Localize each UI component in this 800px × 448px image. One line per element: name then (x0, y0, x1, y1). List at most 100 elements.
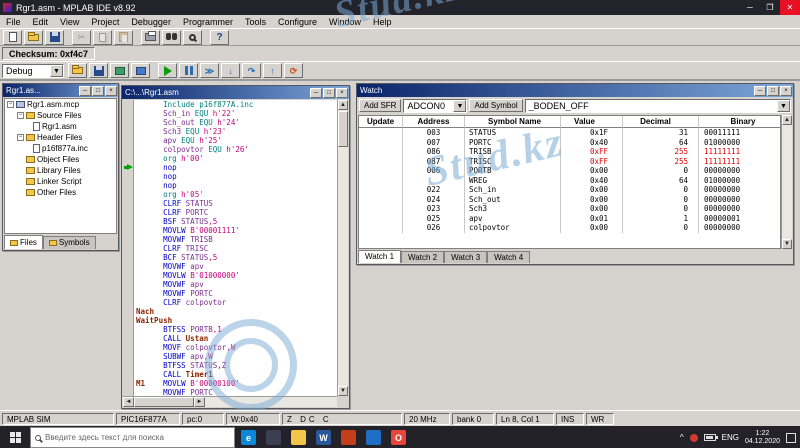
app-icon-red[interactable] (341, 430, 356, 445)
watch-row[interactable]: 003STATUS0x1F3100011111 (359, 128, 780, 138)
scroll-right-arrow[interactable]: ► (194, 397, 205, 407)
add-sfr-button[interactable]: Add SFR (359, 99, 401, 112)
editor-window-titlebar[interactable]: C:\...\Rgr1.asm ─ □ × (122, 86, 349, 99)
code-line[interactable]: apv EQU h'25' (123, 136, 337, 145)
minimize-button[interactable]: ─ (740, 0, 760, 15)
save-workspace-button[interactable] (89, 63, 108, 78)
halt-button[interactable] (179, 63, 198, 78)
code-line[interactable]: MOVWF apv (123, 262, 337, 271)
opera-icon[interactable]: O (391, 430, 406, 445)
scroll-down-arrow[interactable]: ▼ (338, 386, 348, 396)
watch-row[interactable]: 025apv0x01100000001 (359, 214, 780, 224)
code-line[interactable]: SUBWF apv,W (123, 352, 337, 361)
menu-item-edit[interactable]: Edit (27, 15, 55, 29)
code-line[interactable]: MOVF colpovtor,W (123, 343, 337, 352)
minimize-button[interactable]: ─ (754, 86, 766, 96)
tree-file-p16f877a.inc[interactable]: p16f877a.inc (5, 143, 116, 154)
code-line[interactable]: MOVLW B'00001111' (123, 226, 337, 235)
code-line[interactable]: MOVWF TRISB (123, 235, 337, 244)
scrollbar-thumb[interactable] (338, 111, 348, 147)
debug-mode-select[interactable]: Debug ▼ (2, 64, 64, 78)
code-line[interactable]: nop (123, 181, 337, 190)
code-line[interactable]: BTFSS STATUS,Z (123, 361, 337, 370)
code-line[interactable]: org h'00' (123, 154, 337, 163)
maximize-button[interactable]: □ (92, 86, 104, 96)
code-line[interactable]: org h'05' (123, 190, 337, 199)
code-line[interactable]: Nach (123, 307, 337, 316)
maximize-button[interactable]: □ (767, 86, 779, 96)
code-line[interactable]: WaitPush (123, 316, 337, 325)
code-line[interactable]: CLRF STATUS (123, 199, 337, 208)
dropdown-arrow-icon[interactable]: ▼ (453, 100, 466, 112)
code-line[interactable]: nop (123, 163, 337, 172)
update-cell[interactable] (359, 204, 403, 214)
code-line[interactable]: Sch3 EQU h'23' (123, 127, 337, 136)
taskbar-search-input[interactable]: Введите здесь текст для поиска (30, 427, 235, 448)
column-header[interactable]: Value (561, 116, 623, 128)
open-file-button[interactable] (24, 30, 43, 45)
watch-window-titlebar[interactable]: Watch ─ □ × (357, 84, 793, 97)
tray-app-icon[interactable] (690, 434, 698, 442)
code-line[interactable]: Include p16f877A.inc (123, 100, 337, 109)
column-header[interactable]: Decimal (623, 116, 699, 128)
watch-row[interactable]: 086TRISB0xFF25511111111 (359, 147, 780, 157)
maximize-button[interactable]: ❐ (760, 0, 780, 15)
save-file-button[interactable] (45, 30, 64, 45)
column-header[interactable]: Update (359, 116, 403, 128)
find-button[interactable] (162, 30, 181, 45)
menu-item-project[interactable]: Project (85, 15, 125, 29)
step-into-button[interactable]: ↓ (221, 63, 240, 78)
watch-row[interactable]: 026colpovtor0x00000000000 (359, 223, 780, 233)
word-icon[interactable]: W (316, 430, 331, 445)
update-cell[interactable] (359, 185, 403, 195)
copy-button[interactable] (93, 30, 112, 45)
menu-item-tools[interactable]: Tools (239, 15, 272, 29)
code-line[interactable]: colpovtor EQU h'26' (123, 145, 337, 154)
step-over-button[interactable]: ↷ (242, 63, 261, 78)
code-line[interactable]: Sch_out EQU h'24' (123, 118, 337, 127)
code-line[interactable]: BCF STATUS,5 (123, 253, 337, 262)
code-line[interactable]: BSF STATUS,5 (123, 217, 337, 226)
reset-button[interactable]: ⟳ (284, 63, 303, 78)
project-window-titlebar[interactable]: Rgr1.as... ─ □ × (3, 84, 118, 97)
step-out-button[interactable]: ↑ (263, 63, 282, 78)
update-cell[interactable] (359, 214, 403, 224)
tree-expander-icon[interactable]: − (17, 134, 24, 141)
scroll-up-arrow[interactable]: ▲ (782, 115, 792, 125)
close-button[interactable]: ✕ (780, 0, 800, 15)
watch-tab-watch-2[interactable]: Watch 2 (401, 251, 444, 263)
watch-tab-watch-4[interactable]: Watch 4 (487, 251, 530, 263)
dropdown-arrow-icon[interactable]: ▼ (50, 65, 63, 77)
menu-item-window[interactable]: Window (323, 15, 367, 29)
update-cell[interactable] (359, 128, 403, 138)
maximize-button[interactable]: □ (323, 88, 335, 98)
minimize-button[interactable]: ─ (79, 86, 91, 96)
tree-file-rgr1.asm[interactable]: Rgr1.asm (5, 121, 116, 132)
build-button[interactable] (110, 63, 129, 78)
menu-item-debugger[interactable]: Debugger (125, 15, 177, 29)
sfr-select[interactable]: ADCON0 ▼ (403, 99, 467, 113)
code-line[interactable]: Sch_in EQU h'22' (123, 109, 337, 118)
editor-horizontal-scrollbar[interactable]: ◄ ► (123, 396, 337, 407)
code-line[interactable]: BTFSS PORTB,1 (123, 325, 337, 334)
language-indicator[interactable]: ENG (722, 433, 739, 442)
action-center-icon[interactable] (786, 433, 796, 443)
code-line[interactable]: MOVWF apv (123, 280, 337, 289)
print-button[interactable] (141, 30, 160, 45)
watch-row[interactable]: 006PORTB0x00000000000 (359, 166, 780, 176)
scroll-up-arrow[interactable]: ▲ (338, 100, 348, 110)
animate-button[interactable]: ≫ (200, 63, 219, 78)
tray-chevron-icon[interactable]: ^ (680, 433, 684, 442)
edge-icon[interactable]: e (241, 430, 256, 445)
scrollbar-thumb[interactable] (134, 397, 194, 407)
watch-tab-watch-3[interactable]: Watch 3 (444, 251, 487, 263)
update-cell[interactable] (359, 147, 403, 157)
tree-node-header-files[interactable]: −Header Files (5, 132, 116, 143)
run-button[interactable] (158, 63, 177, 78)
watch-row[interactable]: WREG0x406401000000 (359, 176, 780, 186)
code-line[interactable]: CALL Timer1 (123, 370, 337, 379)
project-root-node[interactable]: −Rgr1.asm.mcp (5, 99, 116, 110)
update-cell[interactable] (359, 166, 403, 176)
watch-row[interactable]: 022Sch_in0x00000000000 (359, 185, 780, 195)
menu-item-configure[interactable]: Configure (272, 15, 323, 29)
